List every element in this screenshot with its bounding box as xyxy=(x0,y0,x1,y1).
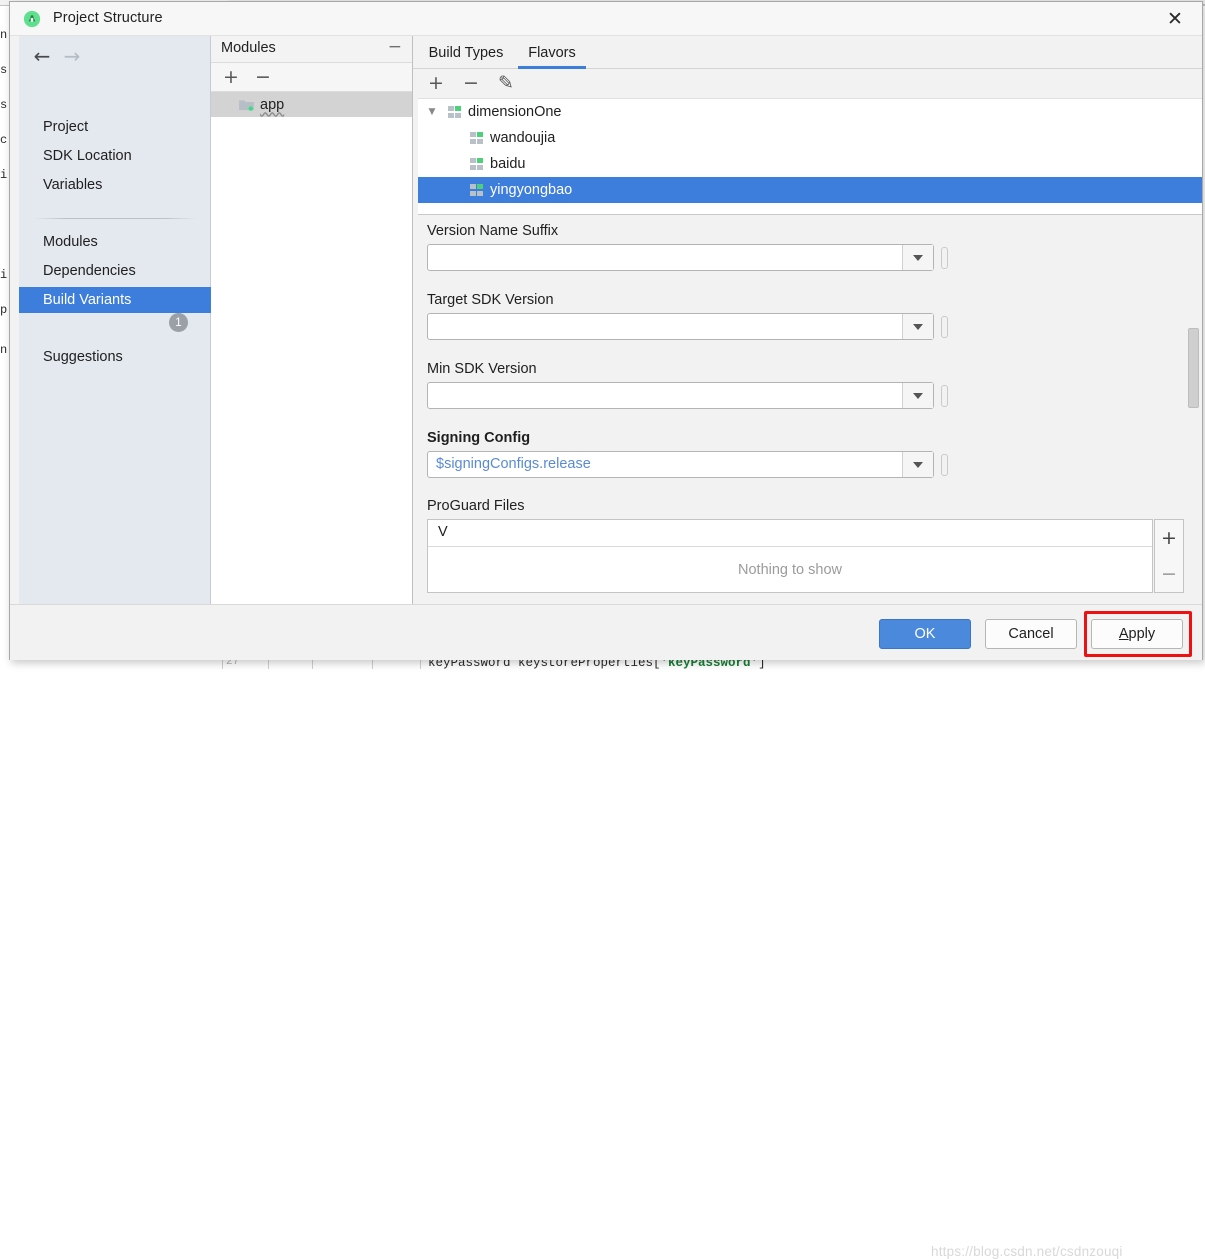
ok-button[interactable]: OK xyxy=(879,619,971,649)
nav-history-controls: ← → xyxy=(27,42,147,70)
field-variable-handle[interactable] xyxy=(941,316,948,338)
android-studio-icon xyxy=(23,10,41,28)
modules-panel-header: Modules − xyxy=(211,36,412,63)
combo-value: $signingConfigs.release xyxy=(436,456,591,472)
back-arrow-icon[interactable]: ← xyxy=(29,45,55,67)
modules-panel-title: Modules xyxy=(221,40,276,56)
flavor-icon xyxy=(470,131,483,145)
add-module-button[interactable]: + xyxy=(219,66,243,88)
flavor-toolbar: + − ✎ xyxy=(418,69,1202,99)
combo-signing-config[interactable]: $signingConfigs.release xyxy=(427,451,934,478)
forward-arrow-icon[interactable]: → xyxy=(59,45,85,67)
sidebar-divider xyxy=(33,218,197,219)
field-label-signing-config: Signing Config xyxy=(427,430,531,446)
remove-flavor-button[interactable]: − xyxy=(459,72,483,94)
sidebar-item-label: Suggestions xyxy=(43,349,123,365)
flavor-properties-form: Version Name Suffix Target SDK Version Min… xyxy=(418,214,1202,599)
variant-tabs: Build Types Flavors xyxy=(413,36,1202,69)
tree-item-label: yingyongbao xyxy=(490,182,573,198)
sidebar-item-modules[interactable]: Modules xyxy=(19,229,211,255)
chevron-down-icon[interactable] xyxy=(902,245,933,270)
scrollbar-thumb[interactable] xyxy=(1188,328,1199,408)
sidebar-item-label: SDK Location xyxy=(43,148,132,164)
field-label-min-sdk-version: Min SDK Version xyxy=(427,361,537,377)
field-variable-handle[interactable] xyxy=(941,385,948,407)
sidebar-item-variables[interactable]: Variables xyxy=(19,172,211,198)
suggestions-count-badge: 1 xyxy=(169,313,188,332)
chevron-down-icon[interactable] xyxy=(902,452,933,477)
tab-build-types[interactable]: Build Types xyxy=(418,36,514,69)
proguard-empty-message: Nothing to show xyxy=(738,561,842,578)
dialog-title: Project Structure xyxy=(53,10,163,26)
proguard-table-buttons: + − xyxy=(1154,519,1184,593)
module-folder-icon xyxy=(239,99,254,111)
close-icon[interactable]: ✕ xyxy=(1158,6,1192,32)
apply-button[interactable]: Apply xyxy=(1091,619,1183,649)
sidebar-item-label: Variables xyxy=(43,177,103,193)
collapse-panel-icon[interactable]: − xyxy=(388,39,402,56)
list-item[interactable]: app xyxy=(211,92,412,117)
proguard-files-label: ProGuard Files xyxy=(427,498,525,514)
dialog-title-bar: Project Structure ✕ xyxy=(10,2,1202,36)
flavor-icon xyxy=(470,183,483,197)
modules-list: app xyxy=(211,92,412,603)
tree-item-label: baidu xyxy=(490,156,526,172)
sidebar-item-suggestions[interactable]: Suggestions xyxy=(19,344,211,370)
combo-target-sdk-version[interactable] xyxy=(427,313,934,340)
combo-version-name-suffix[interactable] xyxy=(427,244,934,271)
proguard-column-header: V xyxy=(438,524,448,540)
module-name: app xyxy=(260,96,285,113)
tree-item-yingyongbao[interactable]: yingyongbao xyxy=(418,177,1202,203)
content-scrollbar[interactable] xyxy=(1188,216,1199,596)
proguard-files-table: V Nothing to show xyxy=(427,519,1153,593)
remove-proguard-file-button[interactable]: − xyxy=(1155,556,1183,592)
dialog-footer: OK Cancel Apply https://blog.csdn.net/cs… xyxy=(10,604,1202,1259)
build-variants-content: Build Types Flavors + − ✎ ▼ dimensionOne wand… xyxy=(413,36,1202,604)
sidebar-item-sdk-location[interactable]: SDK Location xyxy=(19,143,211,169)
edit-flavor-button[interactable]: ✎ xyxy=(494,72,518,94)
watermark-text: https://blog.csdn.net/csdnzouqi xyxy=(931,1244,1123,1259)
modules-toolbar: + − xyxy=(211,63,412,92)
tree-item-label: dimensionOne xyxy=(468,104,562,120)
field-variable-handle[interactable] xyxy=(941,247,948,269)
chevron-down-icon[interactable] xyxy=(902,314,933,339)
sidebar-item-project[interactable]: Project xyxy=(19,114,211,140)
project-structure-dialog: Project Structure ✕ ← → Project SDK Locat… xyxy=(9,1,1203,1259)
sidebar-item-label: Modules xyxy=(43,234,98,250)
add-flavor-button[interactable]: + xyxy=(424,72,448,94)
cancel-button[interactable]: Cancel xyxy=(985,619,1077,649)
sidebar-item-build-variants[interactable]: Build Variants xyxy=(19,287,211,313)
field-label-target-sdk-version: Target SDK Version xyxy=(427,292,554,308)
tree-item-baidu[interactable]: baidu xyxy=(418,151,1202,177)
modules-panel: Modules − + − app xyxy=(211,36,413,604)
combo-min-sdk-version[interactable] xyxy=(427,382,934,409)
apply-mnemonic: A xyxy=(1118,626,1129,642)
sidebar-item-label: Build Variants xyxy=(43,292,132,308)
chevron-down-icon[interactable] xyxy=(902,383,933,408)
sidebar-item-label: Dependencies xyxy=(43,263,136,279)
sidebar-item-label: Project xyxy=(43,119,89,135)
field-variable-handle[interactable] xyxy=(941,454,948,476)
tab-flavors[interactable]: Flavors xyxy=(518,36,586,69)
field-label-version-name-suffix: Version Name Suffix xyxy=(427,223,559,239)
chevron-down-icon[interactable]: ▼ xyxy=(424,107,440,117)
tree-item-label: wandoujia xyxy=(490,130,556,146)
flavor-icon xyxy=(448,105,461,119)
flavors-tree: ▼ dimensionOne wandoujia baidu yingyongbao xyxy=(418,99,1202,214)
sidebar-item-dependencies[interactable]: Dependencies xyxy=(19,258,211,284)
apply-label-rest: pply xyxy=(1128,626,1156,642)
proguard-table-header: V xyxy=(428,520,1152,547)
tree-item-wandoujia[interactable]: wandoujia xyxy=(418,125,1202,151)
add-proguard-file-button[interactable]: + xyxy=(1155,520,1183,556)
tree-item-dimensionOne[interactable]: ▼ dimensionOne xyxy=(418,99,1202,125)
flavor-icon xyxy=(470,157,483,171)
remove-module-button[interactable]: − xyxy=(251,66,275,88)
settings-sidebar: ← → Project SDK Location Variables Modules D… xyxy=(19,36,211,604)
